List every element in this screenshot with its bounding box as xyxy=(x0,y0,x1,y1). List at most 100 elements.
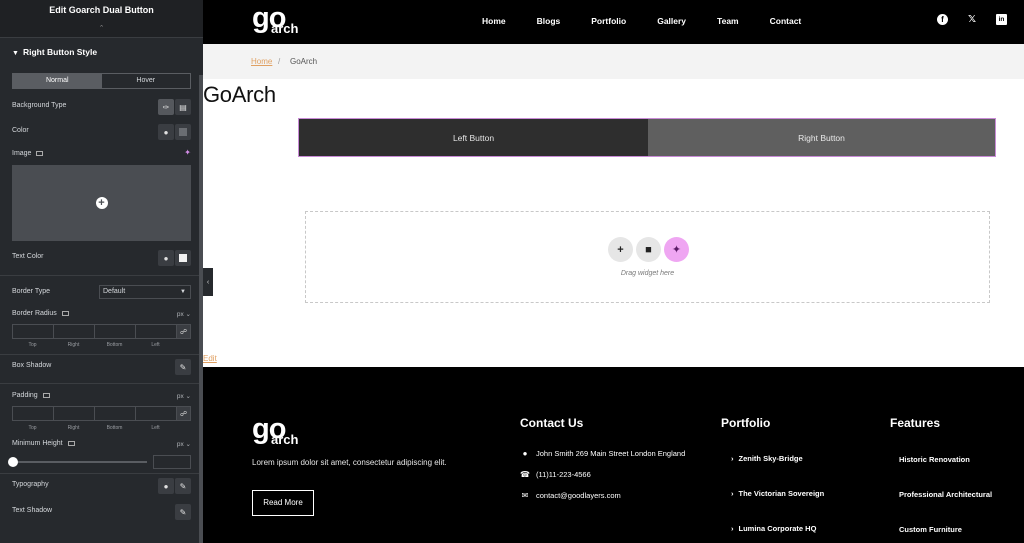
breadcrumb-current: GoArch xyxy=(290,57,318,66)
twitter-icon[interactable]: 𝕏 xyxy=(966,14,978,25)
pencil-icon[interactable]: ✎ xyxy=(175,359,191,375)
nav-blogs[interactable]: Blogs xyxy=(537,16,561,26)
chevron-right-icon: › xyxy=(731,454,734,463)
padding-top-input[interactable] xyxy=(12,406,53,421)
unit-select[interactable]: px ⌄ xyxy=(177,392,191,400)
padding-bottom-input[interactable] xyxy=(94,406,135,421)
nav-contact[interactable]: Contact xyxy=(770,16,802,26)
desktop-icon[interactable] xyxy=(67,440,75,446)
image-picker[interactable]: + xyxy=(12,165,191,241)
radius-top-input[interactable] xyxy=(12,324,53,339)
text-color-row: Text Color ● xyxy=(12,250,191,266)
unit-select[interactable]: px ⌄ xyxy=(177,310,191,318)
features-heading: Features xyxy=(890,416,941,430)
divider xyxy=(0,354,203,355)
facebook-icon[interactable]: f xyxy=(937,14,948,25)
padding-label: Padding xyxy=(12,392,50,399)
ai-sparkle-icon[interactable]: ✦ xyxy=(664,237,689,262)
globe-icon[interactable]: ● xyxy=(158,250,174,266)
nav-home[interactable]: Home xyxy=(482,16,506,26)
read-more-button[interactable]: Read More xyxy=(252,490,314,516)
nav-gallery[interactable]: Gallery xyxy=(657,16,686,26)
globe-icon[interactable]: ● xyxy=(158,478,174,494)
radius-bottom-input[interactable] xyxy=(94,324,135,339)
tab-normal[interactable]: Normal xyxy=(13,74,102,88)
dropzone-hint: Drag widget here xyxy=(620,270,675,277)
radius-right-input[interactable] xyxy=(53,324,94,339)
breadcrumb-home-link[interactable]: Home xyxy=(251,57,272,66)
add-section-icon[interactable]: + xyxy=(608,237,633,262)
min-height-input[interactable] xyxy=(153,455,191,469)
portfolio-link[interactable]: › Lumina Corporate HQ xyxy=(731,524,816,533)
portfolio-link[interactable]: › The Victorian Sovereign xyxy=(731,489,824,498)
unit-select[interactable]: px ⌄ xyxy=(177,440,191,448)
collapse-panel-button[interactable]: ‹ xyxy=(203,268,213,296)
contact-phone[interactable]: ☎ (11)11-223-4566 xyxy=(520,470,591,479)
nav-team[interactable]: Team xyxy=(717,16,739,26)
radius-left-input[interactable] xyxy=(135,324,176,339)
folder-icon[interactable]: ■ xyxy=(636,237,661,262)
tab-hover[interactable]: Hover xyxy=(102,74,191,88)
brush-icon[interactable]: ✑ xyxy=(158,99,174,115)
site-logo[interactable]: go arch xyxy=(252,4,298,37)
widget-dropzone[interactable]: + ■ ✦ Drag widget here xyxy=(305,211,990,303)
color-swatch[interactable] xyxy=(175,124,191,140)
envelope-icon: ✉ xyxy=(521,491,529,500)
border-radius-label: Border Radius xyxy=(12,310,69,317)
breadcrumb: Home / GoArch xyxy=(203,44,1024,79)
chevron-left-icon: ‹ xyxy=(206,278,210,286)
phone-icon: ☎ xyxy=(520,470,530,479)
padding-right-input[interactable] xyxy=(53,406,94,421)
pencil-icon[interactable]: ✎ xyxy=(175,504,191,520)
slider-handle[interactable] xyxy=(8,457,18,467)
border-type-select[interactable]: Default ▼ xyxy=(99,285,191,299)
desktop-icon[interactable] xyxy=(42,392,50,398)
social-links: f 𝕏 in xyxy=(937,14,1007,25)
editor-panel: Edit Goarch Dual Button ⌃ ▼ Right Button … xyxy=(0,0,203,543)
globe-icon[interactable]: ● xyxy=(158,124,174,140)
edit-link[interactable]: Edit xyxy=(203,354,217,363)
chevron-up-icon[interactable]: ⌃ xyxy=(0,24,203,32)
divider xyxy=(0,383,203,384)
link-icon[interactable]: ☍ xyxy=(176,406,191,421)
contact-email[interactable]: ✉ contact@goodlayers.com xyxy=(520,491,621,500)
dual-button-widget[interactable]: Left Button Right Button xyxy=(298,118,996,157)
color-row: Color ● xyxy=(12,124,191,140)
text-color-label: Text Color xyxy=(12,253,44,260)
portfolio-link[interactable]: › Zenith Sky-Bridge xyxy=(731,454,803,463)
typography-row: Typography ● ✎ xyxy=(12,478,191,494)
min-height-slider[interactable] xyxy=(12,461,147,463)
padding-left-input[interactable] xyxy=(135,406,176,421)
nav-portfolio[interactable]: Portfolio xyxy=(591,16,626,26)
desktop-icon[interactable] xyxy=(36,150,44,156)
right-button[interactable]: Right Button xyxy=(648,119,995,156)
border-radius-labels: Top Right Bottom Left xyxy=(28,342,160,348)
footer-logo[interactable]: go arch xyxy=(252,415,298,448)
site-footer: go arch Lorem ipsum dolor sit amet, conse… xyxy=(203,367,1024,543)
background-type-row: Background Type ✑ ▤ xyxy=(12,99,191,115)
contact-heading: Contact Us xyxy=(520,416,584,430)
desktop-icon[interactable] xyxy=(61,310,69,316)
caret-down-icon: ▼ xyxy=(12,50,19,57)
box-shadow-row: Box Shadow ✎ xyxy=(12,359,191,375)
box-shadow-label: Box Shadow xyxy=(12,362,52,369)
feature-link[interactable]: Historic Renovation xyxy=(899,455,970,464)
image-label: Image xyxy=(12,150,44,157)
section-right-button-style[interactable]: ▼ Right Button Style xyxy=(12,47,97,57)
breadcrumb-separator: / xyxy=(278,57,281,66)
feature-link[interactable]: Custom Furniture xyxy=(899,525,962,534)
left-button[interactable]: Left Button xyxy=(299,119,648,156)
divider xyxy=(0,473,203,474)
text-color-swatch[interactable] xyxy=(175,250,191,266)
ai-sparkle-icon[interactable]: ✦ xyxy=(184,148,191,157)
text-shadow-label: Text Shadow xyxy=(12,507,53,514)
image-row: Image ✦ xyxy=(12,147,191,163)
pencil-icon[interactable]: ✎ xyxy=(175,478,191,494)
link-icon[interactable]: ☍ xyxy=(176,324,191,339)
gradient-icon[interactable]: ▤ xyxy=(175,99,191,115)
chevron-down-icon: ▼ xyxy=(180,289,186,295)
page-title: GoArch xyxy=(203,82,276,107)
linkedin-icon[interactable]: in xyxy=(996,14,1007,25)
feature-link[interactable]: Professional Architectural xyxy=(899,490,992,499)
min-height-label: Minimum Height xyxy=(12,440,75,447)
